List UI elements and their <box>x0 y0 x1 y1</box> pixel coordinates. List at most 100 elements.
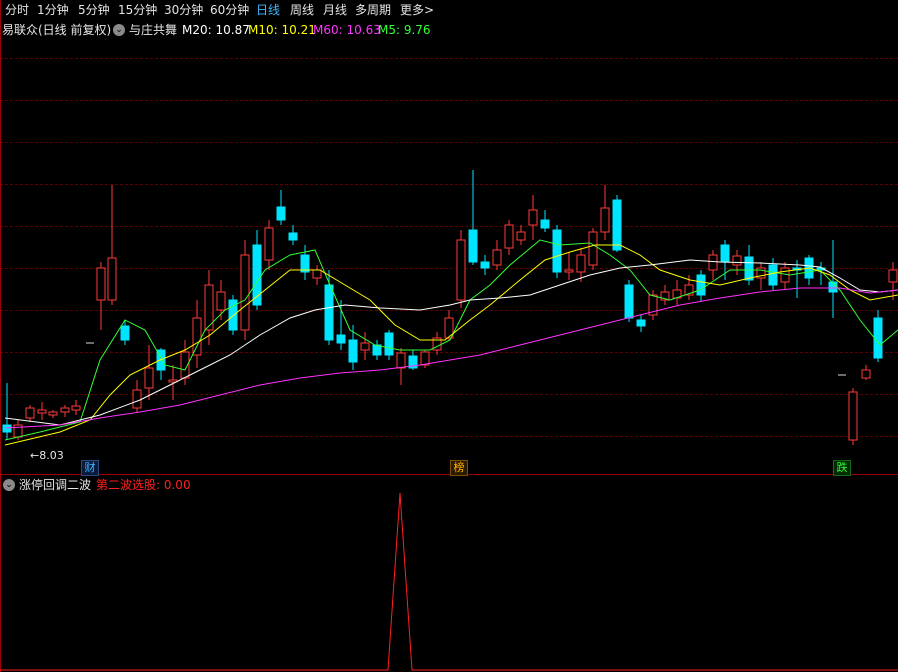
low-price-label: 8.03 <box>39 449 64 462</box>
candlestick <box>432 332 442 355</box>
candle-body <box>696 274 706 296</box>
candle-body <box>720 244 730 263</box>
candle-body <box>360 342 370 351</box>
candlestick <box>264 220 274 270</box>
candlestick <box>396 348 406 385</box>
event-marker-drop[interactable]: 跌 <box>833 460 851 476</box>
signal-value: 第二波选股: 0.00 <box>96 478 191 492</box>
candlestick <box>873 310 883 362</box>
candlestick <box>696 270 706 302</box>
candle-body <box>192 317 202 356</box>
candlestick-series <box>2 170 898 445</box>
candlestick <box>360 332 370 360</box>
candlestick <box>2 383 12 440</box>
candlestick <box>612 195 622 252</box>
low-price-annotation: ←8.03 <box>30 449 64 463</box>
candlestick <box>312 265 322 285</box>
candle-body <box>120 325 130 341</box>
candle-body <box>144 367 154 389</box>
candlestick <box>144 345 154 400</box>
candle-body <box>384 332 394 356</box>
candle-body <box>396 352 406 369</box>
candle-body <box>552 229 562 273</box>
candle-body <box>480 261 490 269</box>
candlestick <box>540 210 550 232</box>
candle-body <box>600 207 610 233</box>
candlestick <box>71 400 81 415</box>
ma20-line <box>4 259 898 426</box>
candle-body <box>504 224 514 249</box>
candlestick <box>504 220 514 255</box>
candle-body <box>873 317 883 359</box>
candle-body <box>540 219 550 229</box>
candle-body <box>276 206 286 221</box>
candlestick <box>672 280 682 305</box>
candlestick <box>456 230 466 308</box>
candle-body <box>372 344 382 356</box>
candlestick <box>96 262 106 330</box>
candlestick <box>37 402 47 420</box>
candle-body <box>732 255 742 266</box>
candle-body <box>624 284 634 319</box>
candle-body <box>37 409 47 414</box>
candlestick <box>861 365 871 380</box>
candlestick <box>48 410 58 418</box>
candlestick <box>107 185 117 305</box>
sub-indicator-name[interactable]: 涨停回调二波 <box>19 475 91 495</box>
candle-body <box>456 239 466 301</box>
candlestick <box>228 295 238 335</box>
candle-body <box>324 284 334 341</box>
candle-body <box>25 407 35 419</box>
candlestick <box>792 260 802 298</box>
candlestick <box>300 245 310 280</box>
candle-body <box>132 389 142 409</box>
candlestick <box>552 225 562 278</box>
candle-body <box>288 232 298 241</box>
candlestick <box>192 300 202 368</box>
candlestick <box>888 262 898 300</box>
candle-body <box>888 269 898 283</box>
candle-body <box>240 254 250 331</box>
candlestick <box>564 252 574 280</box>
chevron-down-circle-icon[interactable]: ⌄ <box>3 479 15 491</box>
sub-panel-info: ⌄ 涨停回调二波 第二波选股: 0.00 <box>0 475 898 495</box>
candlestick <box>25 405 35 422</box>
candlestick <box>336 300 346 350</box>
candle-body <box>2 424 12 433</box>
candle-body <box>744 256 754 281</box>
event-marker-finance[interactable]: 财 <box>81 460 99 476</box>
candle-body <box>48 411 58 416</box>
candle-body <box>216 291 226 311</box>
candlestick <box>708 250 718 280</box>
candlestick <box>480 255 490 275</box>
candlestick <box>468 170 478 265</box>
candle-body <box>588 231 598 266</box>
candle-body <box>576 254 586 273</box>
candlestick <box>624 280 634 322</box>
candle-body <box>564 269 574 273</box>
ma10-line <box>4 244 898 446</box>
candlestick <box>660 285 670 305</box>
candlestick <box>372 340 382 360</box>
candle-body <box>492 249 502 266</box>
candlestick <box>408 350 418 370</box>
kline-chart[interactable] <box>0 0 898 672</box>
candle-body <box>516 231 526 241</box>
candlestick <box>848 388 858 445</box>
candle-body <box>71 405 81 411</box>
candlestick <box>636 315 646 332</box>
candlestick <box>384 330 394 360</box>
candlestick <box>528 195 538 240</box>
candlestick <box>180 340 190 385</box>
candlestick <box>516 225 526 245</box>
candlestick <box>276 190 286 225</box>
candle-body <box>708 254 718 271</box>
candle-body <box>60 407 70 413</box>
candlestick <box>60 405 70 417</box>
candle-body <box>848 391 858 441</box>
candle-body <box>528 209 538 226</box>
candle-body <box>107 257 117 301</box>
candlestick <box>288 225 298 245</box>
candle-body <box>264 227 274 261</box>
event-marker-ranking[interactable]: 榜 <box>450 460 468 476</box>
